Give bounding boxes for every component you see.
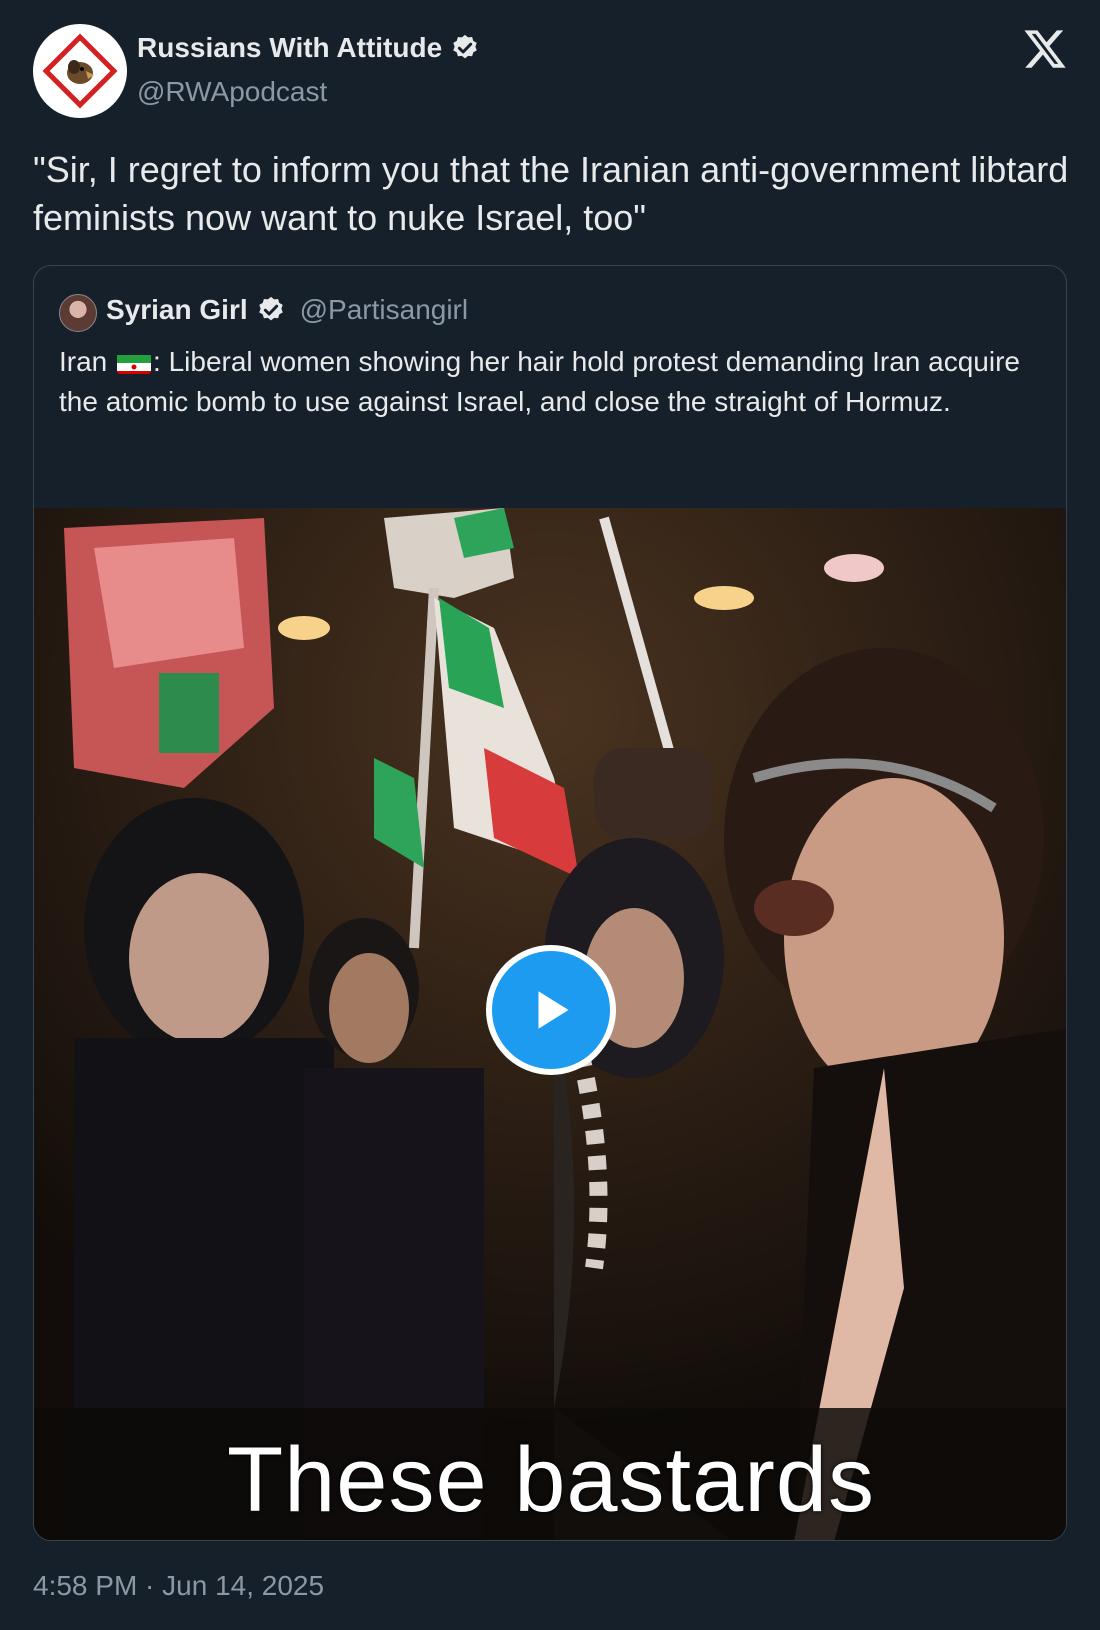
x-logo-icon[interactable] <box>1022 26 1068 72</box>
quoted-author-name[interactable]: Syrian Girl <box>106 294 248 326</box>
quoted-author-handle[interactable]: @Partisangirl <box>300 294 468 326</box>
verified-badge-icon <box>453 34 477 59</box>
quoted-author-header[interactable]: Syrian Girl @Partisangirl <box>106 294 468 326</box>
play-icon <box>538 991 569 1029</box>
author-display-name[interactable]: Russians With Attitude <box>137 32 480 64</box>
tweet-card: Russians With Attitude @RWApodcast "Sir,… <box>0 0 1100 1630</box>
rwa-logo-icon <box>42 33 118 109</box>
verified-badge-icon <box>258 296 283 321</box>
quoted-author-avatar[interactable] <box>59 294 97 332</box>
play-button[interactable] <box>486 945 616 1075</box>
video-thumbnail[interactable]: These bastards <box>34 508 1066 1540</box>
author-handle[interactable]: @RWApodcast <box>137 76 327 108</box>
quoted-tweet[interactable]: Syrian Girl @Partisangirl Iran : Liberal… <box>33 265 1067 1541</box>
tweet-timestamp[interactable]: 4:58 PM · Jun 14, 2025 <box>33 1570 324 1602</box>
author-avatar[interactable] <box>33 24 127 118</box>
author-name-text[interactable]: Russians With Attitude <box>137 32 442 64</box>
tweet-text: "Sir, I regret to inform you that the Ir… <box>33 149 1069 238</box>
video-caption: These bastards <box>226 1429 876 1531</box>
iran-flag-icon <box>117 350 152 374</box>
quoted-text-body: : Liberal women showing her hair hold pr… <box>59 346 1020 417</box>
quoted-text-prefix: Iran <box>59 346 116 377</box>
quoted-tweet-text: Iran : Liberal women showing her hair ho… <box>59 342 1039 422</box>
